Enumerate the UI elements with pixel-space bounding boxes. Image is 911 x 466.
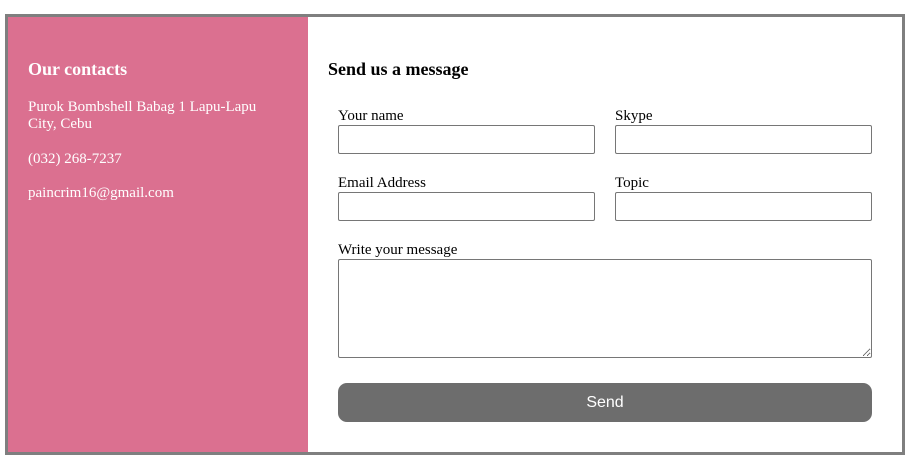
message-textarea[interactable]: [338, 259, 872, 358]
email-input[interactable]: [338, 192, 595, 221]
topic-input[interactable]: [615, 192, 872, 221]
contacts-title: Our contacts: [28, 59, 128, 79]
contact-phone: (032) 268-7237: [28, 151, 122, 167]
contacts-panel: Our contacts Purok Bombshell Babag 1 Lap…: [8, 17, 308, 452]
topic-label: Topic: [615, 175, 649, 191]
message-label: Write your message: [338, 242, 458, 258]
name-input[interactable]: [338, 125, 595, 154]
skype-label: Skype: [615, 108, 653, 124]
contact-section: Our contacts Purok Bombshell Babag 1 Lap…: [5, 14, 905, 455]
contact-email: paincrim16@gmail.com: [28, 185, 174, 201]
form-title: Send us a message: [328, 59, 469, 79]
skype-input[interactable]: [615, 125, 872, 154]
send-button[interactable]: Send: [338, 383, 872, 422]
name-label: Your name: [338, 108, 404, 124]
email-label: Email Address: [338, 175, 426, 191]
contact-address: Purok Bombshell Babag 1 Lapu-Lapu City, …: [28, 99, 257, 132]
